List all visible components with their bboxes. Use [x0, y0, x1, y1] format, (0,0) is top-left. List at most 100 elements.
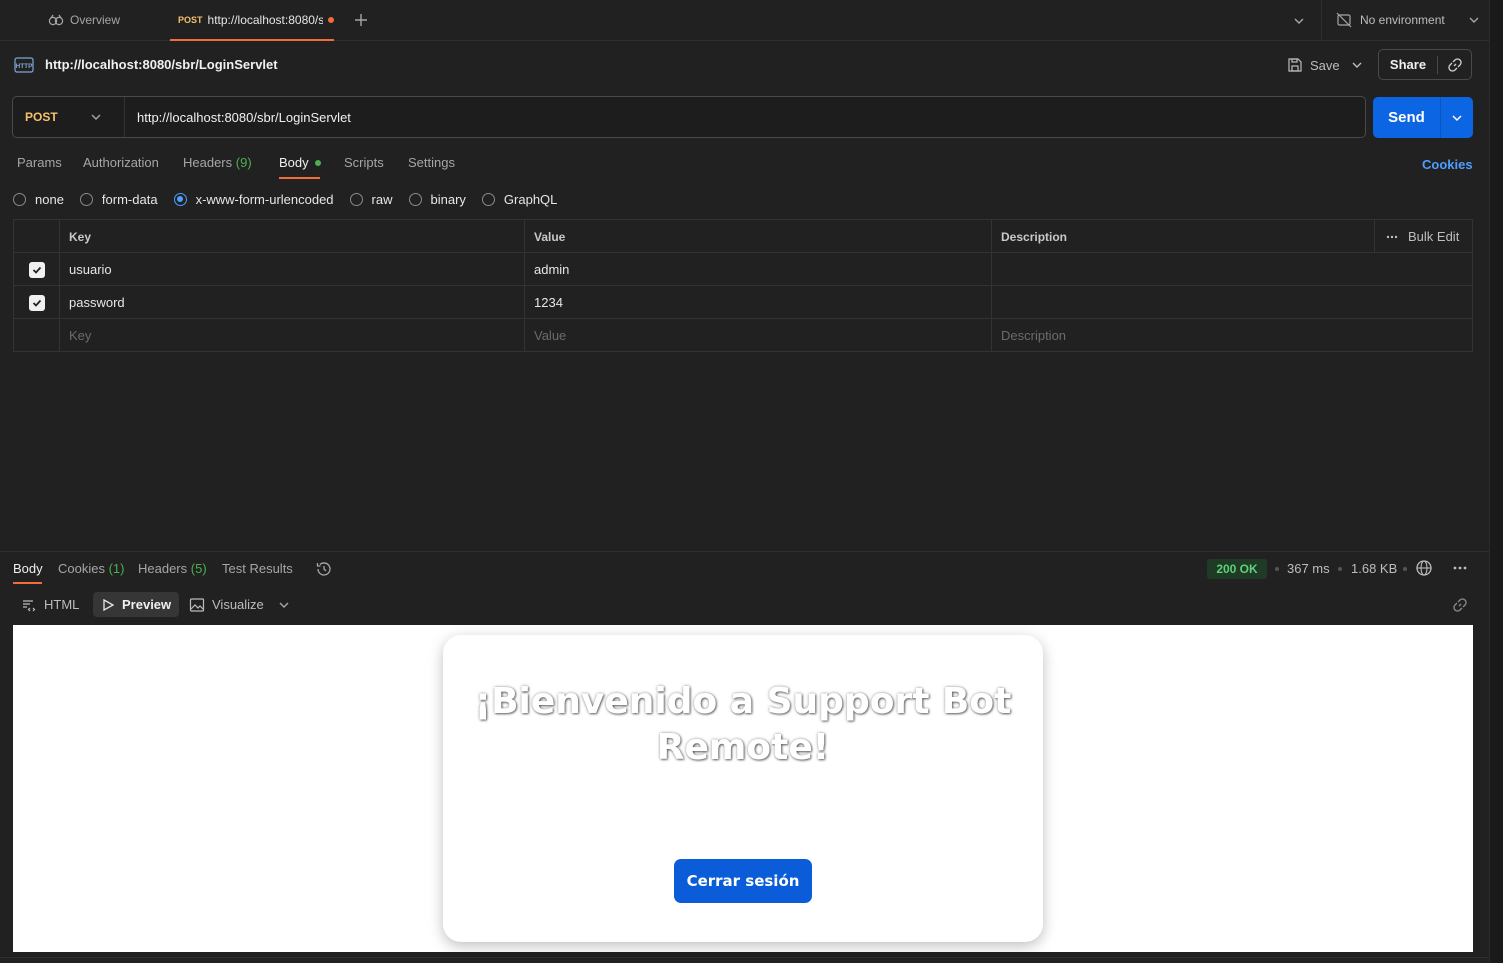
response-size: 1.68 KB [1351, 561, 1398, 576]
bottom-divider [0, 957, 1489, 958]
response-tab-cookies[interactable]: Cookies (1) [58, 561, 124, 576]
radio-label: none [35, 191, 64, 207]
tab-overview[interactable]: Overview [40, 0, 166, 40]
params-table: Key Value Description Bulk Edit usuario … [13, 219, 1473, 352]
send-group: Send [1373, 97, 1473, 138]
new-value-input[interactable]: Value [525, 319, 992, 352]
environment-selector[interactable]: No environment [1336, 10, 1481, 30]
tab-headers[interactable]: Headers (9) [183, 155, 252, 170]
column-header-key: Key [60, 220, 525, 253]
body-modified-dot [314, 159, 321, 166]
tabs-dropdown-icon[interactable] [1290, 12, 1308, 30]
table-cell [14, 286, 60, 319]
headers-count: (9) [235, 155, 252, 170]
tab-authorization[interactable]: Authorization [83, 155, 159, 170]
radio-label: x-www-form-urlencoded [195, 191, 334, 207]
radio-none[interactable]: none [13, 192, 64, 207]
radio-circle [408, 192, 422, 206]
radio-label: GraphQL [503, 191, 558, 207]
overview-icon [48, 14, 64, 26]
new-tab-button[interactable] [350, 9, 372, 31]
unsaved-indicator [328, 16, 334, 23]
save-options-chevron-icon[interactable] [1349, 57, 1365, 73]
status-badge: 200 OK [1207, 559, 1267, 579]
radio-binary[interactable]: binary [408, 192, 466, 207]
tab-overview-label: Overview [70, 13, 121, 27]
welcome-heading: ¡Bienvenido a Support Bot Remote! [474, 681, 1012, 768]
table-cell [14, 319, 60, 352]
method-dropdown[interactable]: POST [13, 97, 125, 137]
copy-link-icon[interactable] [1438, 57, 1471, 73]
link-icon[interactable] [1452, 597, 1468, 613]
tab-title: http://localhost:8080/sbr/LoginServlet [207, 12, 323, 27]
tab-params[interactable]: Params [17, 155, 62, 170]
bulk-edit-button[interactable]: Bulk Edit [1374, 220, 1472, 253]
table-row-empty: Key Value Description [14, 319, 1472, 352]
tab-body-label: Body [279, 155, 309, 170]
view-visualize-button[interactable]: Visualize [181, 592, 272, 617]
param-key-field[interactable]: usuario [60, 253, 525, 286]
separator-dot [1338, 567, 1342, 571]
active-tab-underline [13, 582, 42, 584]
param-key-field[interactable]: password [60, 286, 525, 319]
new-key-input[interactable]: Key [60, 319, 525, 352]
logout-button[interactable]: Cerrar sesión [674, 859, 812, 903]
tab-body[interactable]: Body [279, 155, 321, 170]
response-cookies-count: (1) [108, 561, 125, 576]
radio-raw[interactable]: raw [349, 191, 393, 207]
radio-graphql[interactable]: GraphQL [481, 191, 558, 207]
radio-label: raw [371, 191, 393, 207]
tab-login-request[interactable]: POST http://localhost:8080/sbr/LoginServ… [170, 0, 334, 41]
share-button[interactable]: Share [1379, 57, 1437, 72]
tab-scripts[interactable]: Scripts [344, 155, 384, 170]
radio-circle [481, 192, 495, 206]
param-value-field[interactable]: admin [525, 253, 992, 286]
http-request-icon: HTTP [12, 53, 36, 77]
bulk-edit-label: Bulk Edit [1408, 229, 1460, 244]
more-options-icon[interactable] [1452, 562, 1468, 574]
param-value-field[interactable]: 1234 [525, 286, 992, 319]
radio-circle [349, 192, 363, 206]
response-tab-headers[interactable]: Headers (5) [138, 561, 207, 576]
column-header-description: Description [1001, 229, 1068, 244]
tab-headers-label: Headers [183, 155, 233, 170]
play-icon [101, 598, 115, 612]
new-description-input[interactable]: Description [992, 319, 1472, 352]
view-options-chevron-icon[interactable] [269, 592, 299, 617]
code-icon [21, 597, 37, 613]
row-enabled-checkbox[interactable] [28, 261, 45, 278]
image-icon [189, 597, 205, 613]
radio-form-data[interactable]: form-data [79, 192, 158, 207]
body-type-radios: none form-data x-www-form-urlencoded raw… [13, 190, 573, 208]
separator-dot [1275, 567, 1279, 571]
svg-text:HTTP: HTTP [16, 63, 34, 70]
send-button[interactable]: Send [1373, 109, 1440, 126]
cookies-link[interactable]: Cookies [1422, 157, 1473, 172]
response-headers-label: Headers [138, 561, 188, 576]
row-enabled-checkbox[interactable] [28, 294, 45, 311]
radio-circle [79, 192, 93, 206]
radio-x-www-form-urlencoded[interactable]: x-www-form-urlencoded [173, 191, 334, 207]
save-button[interactable]: Save [1287, 53, 1340, 77]
param-description-field[interactable] [992, 286, 1472, 319]
radio-circle [13, 192, 26, 206]
response-preview: ¡Bienvenido a Support Bot Remote! Cerrar… [13, 625, 1473, 952]
history-icon[interactable] [315, 560, 333, 578]
param-description-field[interactable] [992, 253, 1472, 286]
tab-settings[interactable]: Settings [408, 155, 455, 170]
response-tab-body[interactable]: Body [13, 561, 43, 576]
right-scrollbar[interactable] [1489, 0, 1503, 963]
response-divider[interactable] [0, 551, 1489, 552]
network-globe-icon[interactable] [1415, 559, 1433, 577]
send-options-chevron-icon[interactable] [1441, 111, 1473, 125]
request-title[interactable]: http://localhost:8080/sbr/LoginServlet [45, 57, 278, 72]
save-label: Save [1310, 57, 1340, 73]
view-html-label: HTML [44, 597, 80, 612]
response-tab-test-results[interactable]: Test Results [222, 561, 293, 576]
view-preview-button[interactable]: Preview [93, 592, 180, 617]
url-input[interactable]: http://localhost:8080/sbr/LoginServlet [126, 97, 1356, 137]
chevron-down-icon [89, 110, 103, 124]
table-header-row: Key Value Description Bulk Edit [14, 220, 1472, 253]
view-html-button[interactable]: HTML [13, 592, 87, 617]
table-cell [14, 253, 60, 286]
